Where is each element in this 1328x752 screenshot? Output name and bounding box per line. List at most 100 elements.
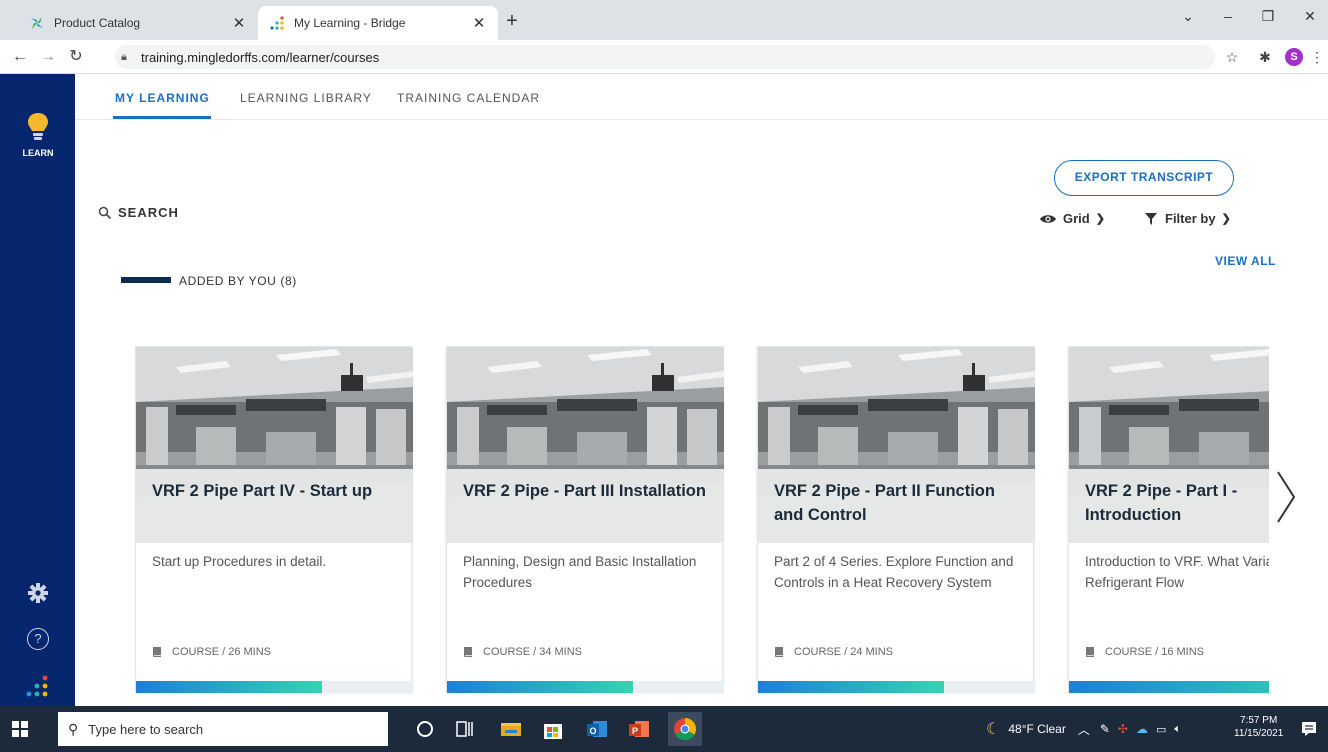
section-marker-bar <box>121 277 171 283</box>
microsoft-store-icon[interactable] <box>540 716 566 742</box>
course-title[interactable]: VRF 2 Pipe - Part II Function and Contro… <box>774 479 1024 527</box>
progress-bar-fill <box>758 681 944 693</box>
extensions-puzzle-icon[interactable]: ✱ <box>1255 47 1275 67</box>
minimize-button[interactable]: – <box>1208 8 1248 24</box>
progress-track <box>1069 681 1269 693</box>
progress-bar-fill <box>447 681 633 693</box>
forward-arrow-icon[interactable]: → <box>36 45 60 69</box>
tab-my-learning[interactable]: MY LEARNING <box>115 91 210 105</box>
system-tray: ☾ 48°F Clear ︿ ✎ ✣ ☁ ▭ 🔈︎ <box>986 718 1181 740</box>
url-text: training.mingledorffs.com/learner/course… <box>141 49 380 65</box>
dropbox-icon[interactable]: ✣ <box>1118 722 1128 736</box>
cortana-icon[interactable] <box>412 716 438 742</box>
course-title-overlay: VRF 2 Pipe - Part I - Introduction <box>1069 469 1269 543</box>
chrome-icon[interactable] <box>668 712 702 746</box>
windows-start-icon[interactable] <box>12 721 28 737</box>
filter-label: Filter by <box>1165 211 1216 226</box>
svg-text:O: O <box>589 726 596 736</box>
course-title[interactable]: VRF 2 Pipe - Part I - Introduction <box>1085 479 1269 527</box>
gear-icon[interactable] <box>27 582 49 604</box>
browser-menu-icon[interactable]: ⋮ <box>1310 47 1324 67</box>
course-description: Introduction to VRF. What Variable Refri… <box>1085 554 1269 590</box>
chevron-down-icon: ❯ <box>1095 213 1105 225</box>
notification-center-icon[interactable] <box>1300 720 1318 738</box>
book-icon <box>774 646 784 658</box>
course-thumbnail: VRF 2 Pipe - Part II Function and Contro… <box>758 347 1035 543</box>
course-meta-text: COURSE / 34 MINS <box>483 646 583 658</box>
help-icon[interactable]: ? <box>27 628 49 650</box>
book-icon <box>463 646 473 658</box>
course-title-overlay: VRF 2 Pipe - Part III Installation <box>447 469 724 543</box>
chevron-up-icon[interactable]: ︿ <box>1078 721 1090 738</box>
search-button[interactable]: SEARCH <box>98 205 179 220</box>
course-card[interactable]: VRF 2 Pipe - Part III Installation Planni… <box>446 346 724 693</box>
outlook-icon[interactable]: O <box>584 716 610 742</box>
pen-icon[interactable]: ✎ <box>1100 722 1110 736</box>
tab-search-icon[interactable]: ⌄ <box>1168 8 1208 25</box>
course-description: Planning, Design and Basic Installation … <box>463 554 697 590</box>
svg-text:P: P <box>632 726 638 736</box>
new-tab-button[interactable]: + <box>500 10 524 34</box>
moon-weather-icon: ☾ <box>986 721 1001 738</box>
progress-bar-fill <box>1069 681 1269 693</box>
course-title[interactable]: VRF 2 Pipe Part IV - Start up <box>152 479 402 503</box>
task-view-icon[interactable] <box>452 716 478 742</box>
file-explorer-icon[interactable] <box>498 716 524 742</box>
course-description: Part 2 of 4 Series. Explore Function and… <box>774 554 1014 590</box>
filter-funnel-icon <box>1145 212 1157 225</box>
course-meta: COURSE / 34 MINS <box>463 646 582 658</box>
tab-training-calendar[interactable]: TRAINING CALENDAR <box>397 91 540 105</box>
view-label: Grid <box>1063 211 1090 226</box>
close-tab-icon[interactable]: ✕ <box>230 14 248 32</box>
course-meta-text: COURSE / 16 MINS <box>1105 646 1205 658</box>
url-field[interactable]: 🔒︎ training.mingledorffs.com/learner/cou… <box>115 45 1215 69</box>
course-card[interactable]: VRF 2 Pipe - Part I - Introduction Introd… <box>1068 346 1269 693</box>
onedrive-cloud-icon[interactable]: ☁ <box>1136 722 1148 736</box>
taskbar-search-field[interactable]: ⚲ Type here to search <box>58 712 388 746</box>
address-bar-row: ← → ↻ 🔒︎ training.mingledorffs.com/learn… <box>0 40 1328 74</box>
powerpoint-icon[interactable]: P <box>626 716 652 742</box>
course-meta: COURSE / 16 MINS <box>1085 646 1204 658</box>
taskbar-search-placeholder: Type here to search <box>88 721 204 737</box>
progress-track <box>447 681 724 693</box>
view-all-link[interactable]: VIEW ALL <box>1215 254 1276 268</box>
course-title-overlay: VRF 2 Pipe - Part II Function and Contro… <box>758 469 1035 543</box>
view-toggle-dropdown[interactable]: Grid ❯ <box>1039 211 1105 226</box>
browser-tab-my-learning[interactable]: My Learning - Bridge ✕ <box>258 6 498 40</box>
course-description: Start up Procedures in detail. <box>152 554 327 569</box>
filter-dropdown[interactable]: Filter by ❯ <box>1145 211 1231 226</box>
close-tab-icon[interactable]: ✕ <box>470 14 488 32</box>
course-card[interactable]: VRF 2 Pipe Part IV - Start up Start up Pr… <box>135 346 413 693</box>
course-thumbnail: VRF 2 Pipe Part IV - Start up <box>136 347 413 543</box>
lightbulb-icon <box>28 113 48 140</box>
search-icon: ⚲ <box>68 720 79 737</box>
battery-icon[interactable]: ▭ <box>1156 723 1166 736</box>
browser-tab-product-catalog[interactable]: Product Catalog ✕ <box>18 6 258 40</box>
weather-text[interactable]: 48°F Clear <box>1008 722 1066 736</box>
book-icon <box>152 646 162 658</box>
profile-avatar[interactable]: S <box>1285 48 1303 66</box>
sidebar-item-learn[interactable]: LEARN <box>13 106 63 166</box>
sidebar-item-label: LEARN <box>22 148 54 158</box>
bridge-dots-icon <box>268 14 286 32</box>
bridge-dots-icon[interactable] <box>25 672 51 698</box>
course-card[interactable]: VRF 2 Pipe - Part II Function and Contro… <box>757 346 1035 693</box>
top-navigation: MY LEARNING LEARNING LIBRARY TRAINING CA… <box>75 74 1328 120</box>
close-window-button[interactable]: ✕ <box>1290 8 1328 25</box>
back-arrow-icon[interactable]: ← <box>8 45 32 69</box>
clock-date: 11/15/2021 <box>1234 728 1284 739</box>
chevron-down-icon: ❯ <box>1221 213 1231 225</box>
course-thumbnail: VRF 2 Pipe - Part I - Introduction <box>1069 347 1269 543</box>
tab-learning-library[interactable]: LEARNING LIBRARY <box>240 91 372 105</box>
bookmark-star-icon[interactable]: ☆ <box>1222 47 1242 67</box>
main-content: MY LEARNING LEARNING LIBRARY TRAINING CA… <box>75 74 1328 706</box>
course-carousel: VRF 2 Pipe Part IV - Start up Start up Pr… <box>135 346 1269 696</box>
restore-button[interactable]: ❐ <box>1248 8 1288 25</box>
progress-track <box>758 681 1035 693</box>
export-transcript-button[interactable]: EXPORT TRANSCRIPT <box>1054 160 1234 196</box>
speaker-icon[interactable]: 🔈︎ <box>1174 723 1181 736</box>
reload-icon[interactable]: ↻ <box>64 45 88 69</box>
taskbar-clock[interactable]: 7:57 PM 11/15/2021 <box>1234 714 1283 740</box>
chevron-right-icon[interactable] <box>1275 470 1297 524</box>
course-title[interactable]: VRF 2 Pipe - Part III Installation <box>463 479 713 503</box>
